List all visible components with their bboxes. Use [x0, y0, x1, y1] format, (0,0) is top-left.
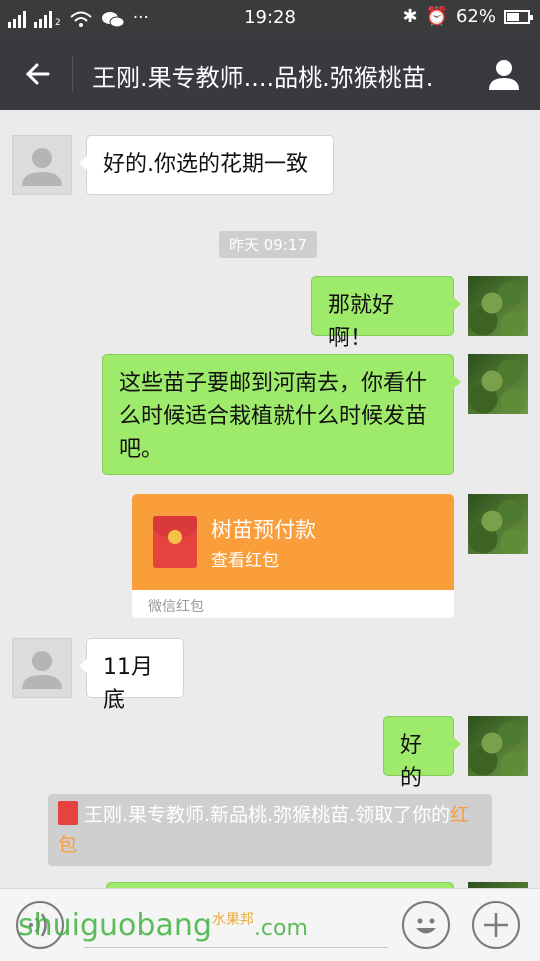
system-note: 王刚.果专教师.新品桃.弥猴桃苗.领取了你的红包 [48, 794, 492, 866]
message-bubble-outgoing[interactable]: 那就好啊！ [311, 276, 461, 351]
red-packet-message[interactable]: 树苗预付款 查看红包 微信红包 [132, 494, 454, 618]
battery-percent: 62% [455, 6, 496, 27]
contact-avatar[interactable] [12, 135, 72, 195]
message-bubble-outgoing[interactable]: 这些苗子要邮到河南去，你看什么时候适合栽植就什么时候发苗吧。 [102, 354, 461, 475]
chat-title: 王刚.果专教师....品桃.弥猴桃苗. [92, 64, 434, 92]
emoji-button[interactable] [402, 901, 450, 949]
my-avatar[interactable] [468, 276, 528, 336]
plus-icon [484, 913, 508, 937]
red-envelope-icon [58, 801, 78, 825]
battery-icon [504, 9, 533, 24]
time-chip: 昨天 09:17 [219, 231, 317, 258]
red-packet-subtitle: 查看红包 [211, 551, 279, 571]
contact-avatar[interactable] [12, 638, 72, 698]
smiley-icon [416, 918, 436, 934]
message-input[interactable] [84, 947, 388, 948]
profile-icon[interactable] [486, 56, 522, 92]
red-envelope-icon [153, 516, 197, 568]
message-bubble-incoming[interactable]: 11月底 [79, 638, 184, 713]
my-avatar[interactable] [468, 494, 528, 554]
red-packet-body: 树苗预付款 查看红包 [132, 494, 454, 590]
alarm-icon: ⏰ [425, 6, 448, 27]
red-packet-footer: 微信红包 [148, 599, 204, 615]
more-button[interactable] [472, 901, 520, 949]
battery-level [507, 12, 520, 21]
chat-area[interactable]: 好的.你选的花期一致 昨天 09:17 那就好啊！ 这些苗子要邮到河南去，你看什… [0, 110, 540, 888]
red-packet-title: 树苗预付款 [211, 518, 316, 542]
message-bubble-incoming[interactable]: 好的.你选的花期一致 [79, 135, 334, 195]
status-bar: 2 ··· 19:28 ✱ ⏰ 62% [0, 0, 540, 36]
system-note-text: 王刚.果专教师.新品桃.弥猴桃苗.领取了你的 [84, 804, 451, 826]
message-bubble-outgoing[interactable]: 好的 [383, 716, 461, 791]
title-divider [72, 56, 73, 92]
title-bar: 王刚.果专教师....品桃.弥猴桃苗. [0, 36, 540, 110]
back-arrow-icon[interactable] [18, 54, 58, 94]
watermark: shuiguobang水果邦.com [18, 908, 308, 943]
my-avatar[interactable] [468, 716, 528, 776]
my-avatar[interactable] [468, 354, 528, 414]
bluetooth-icon: ✱ [402, 6, 418, 27]
